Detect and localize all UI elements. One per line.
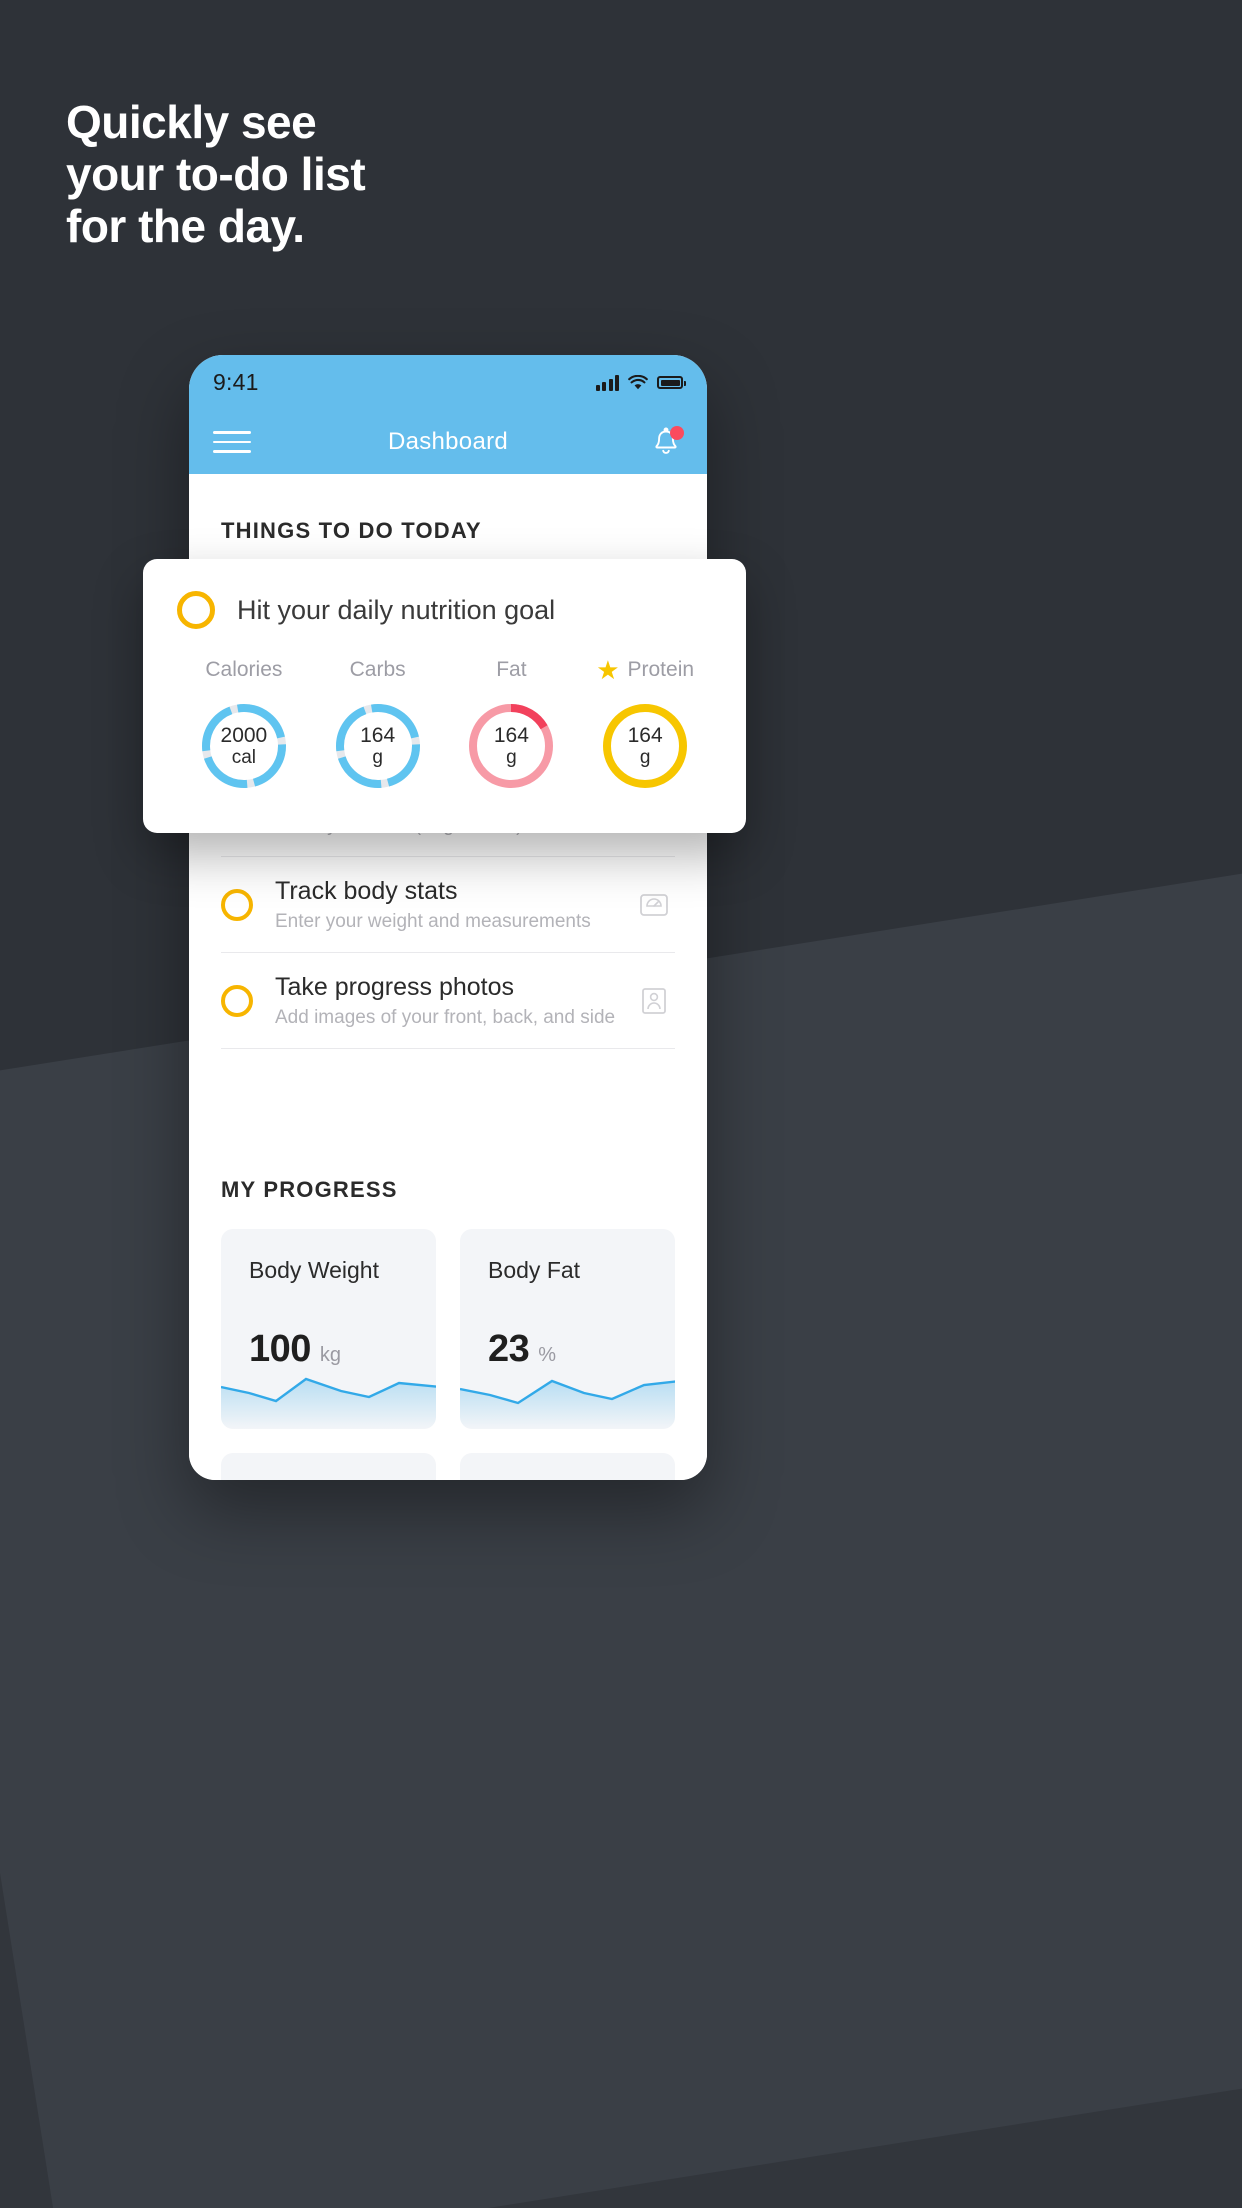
task-circle-icon[interactable]	[221, 888, 253, 921]
page-title: Dashboard	[387, 428, 509, 455]
progress-card-peek[interactable]	[460, 1453, 675, 1480]
nutrition-card-header: Hit your daily nutrition goal	[177, 591, 712, 629]
notification-badge	[670, 426, 684, 440]
macro-value: 164	[627, 723, 663, 747]
sparkline-chart	[221, 1377, 436, 1429]
star-icon: ★	[596, 655, 620, 685]
app-bar: Dashboard	[189, 410, 707, 474]
macro-ring-list: Calories 2000 cal Carbs 164 g Fat 164 g …	[177, 655, 712, 793]
macro-value-wrap: 164 g	[464, 699, 558, 793]
notification-bell-icon[interactable]	[649, 425, 684, 459]
macro-calories[interactable]: Calories 2000 cal	[177, 655, 311, 793]
status-bar: 9:41	[189, 355, 707, 410]
macro-unit: g	[506, 747, 517, 769]
task-row-body-stats[interactable]: Track body stats Enter your weight and m…	[221, 856, 675, 952]
macro-value: 164	[493, 723, 529, 747]
task-title: Take progress photos	[275, 973, 515, 1001]
progress-card-label: Body Weight	[249, 1257, 379, 1283]
progress-card-value: 100 kg	[221, 1284, 436, 1371]
macro-label-wrap: Calories	[205, 655, 282, 685]
headline-line-2: your to-do list	[66, 148, 366, 200]
task-circle-icon[interactable]	[177, 591, 215, 629]
macro-carbs[interactable]: Carbs 164 g	[311, 655, 445, 793]
section-title-my-progress: MY PROGRESS	[221, 1177, 398, 1202]
macro-label-wrap: Carbs	[350, 655, 406, 685]
task-text: Take progress photos Add images of your …	[275, 971, 633, 1030]
photo-person-icon	[633, 980, 675, 1022]
macro-label-wrap: Fat	[496, 655, 526, 685]
progress-card-value: 23 %	[460, 1284, 675, 1371]
macro-label: Calories	[205, 658, 283, 681]
wifi-icon	[628, 374, 648, 391]
macro-unit: g	[639, 747, 651, 769]
macro-label-wrap: ★ Protein	[596, 655, 694, 685]
progress-card-list-overflow	[189, 1453, 707, 1480]
macro-value: 2000	[220, 723, 268, 747]
headline-line-3: for the day.	[66, 200, 305, 252]
nutrition-card-title: Hit your daily nutrition goal	[237, 594, 556, 625]
task-circle-icon[interactable]	[221, 984, 253, 1017]
section-title-things-to-do: THINGS TO DO TODAY	[221, 518, 482, 543]
macro-value: 164	[360, 723, 396, 747]
status-icons	[595, 374, 686, 391]
signal-bars-icon	[595, 374, 619, 391]
progress-card-body-fat[interactable]: Body Fat 23 %	[460, 1229, 675, 1429]
weight-scale-icon	[633, 884, 675, 926]
task-subtitle: Add images of your front, back, and side	[275, 1007, 616, 1028]
macro-protein[interactable]: ★ Protein 164 g	[578, 655, 712, 793]
macro-label: Carbs	[349, 658, 406, 681]
macro-progress-ring: 164 g	[598, 699, 692, 793]
progress-card-list: Body Weight 100 kg Body Fat 23 %	[189, 1229, 707, 1429]
macro-progress-ring: 2000 cal	[197, 699, 291, 793]
task-text: Track body stats Enter your weight and m…	[275, 875, 633, 934]
battery-icon	[657, 376, 686, 389]
phone-mockup: 9:41 Dashboard THINGS TO DO TODAY Track …	[189, 355, 707, 1480]
promo-headline: Quickly see your to-do list for the day.	[66, 96, 686, 252]
macro-unit: g	[372, 747, 383, 769]
progress-card-label: Body Fat	[488, 1257, 581, 1283]
progress-card-body-weight[interactable]: Body Weight 100 kg	[221, 1229, 436, 1429]
task-title: Track body stats	[275, 877, 458, 905]
macro-label: Protein	[627, 658, 695, 681]
status-time: 9:41	[213, 369, 259, 395]
headline-line-1: Quickly see	[66, 96, 317, 148]
macro-fat[interactable]: Fat 164 g	[445, 655, 579, 793]
macro-unit: cal	[231, 747, 257, 769]
nutrition-goal-card[interactable]: Hit your daily nutrition goal Calories 2…	[143, 559, 746, 833]
progress-card-peek[interactable]	[221, 1453, 436, 1480]
macro-value-wrap: 164 g	[331, 699, 425, 793]
sparkline-chart	[460, 1379, 675, 1429]
task-row-progress-photos[interactable]: Take progress photos Add images of your …	[221, 952, 675, 1049]
macro-progress-ring: 164 g	[331, 699, 425, 793]
macro-value-wrap: 164 g	[598, 699, 692, 793]
macro-progress-ring: 164 g	[464, 699, 558, 793]
macro-value-wrap: 2000 cal	[197, 699, 291, 793]
task-subtitle: Enter your weight and measurements	[275, 911, 591, 932]
macro-label: Fat	[496, 658, 527, 681]
